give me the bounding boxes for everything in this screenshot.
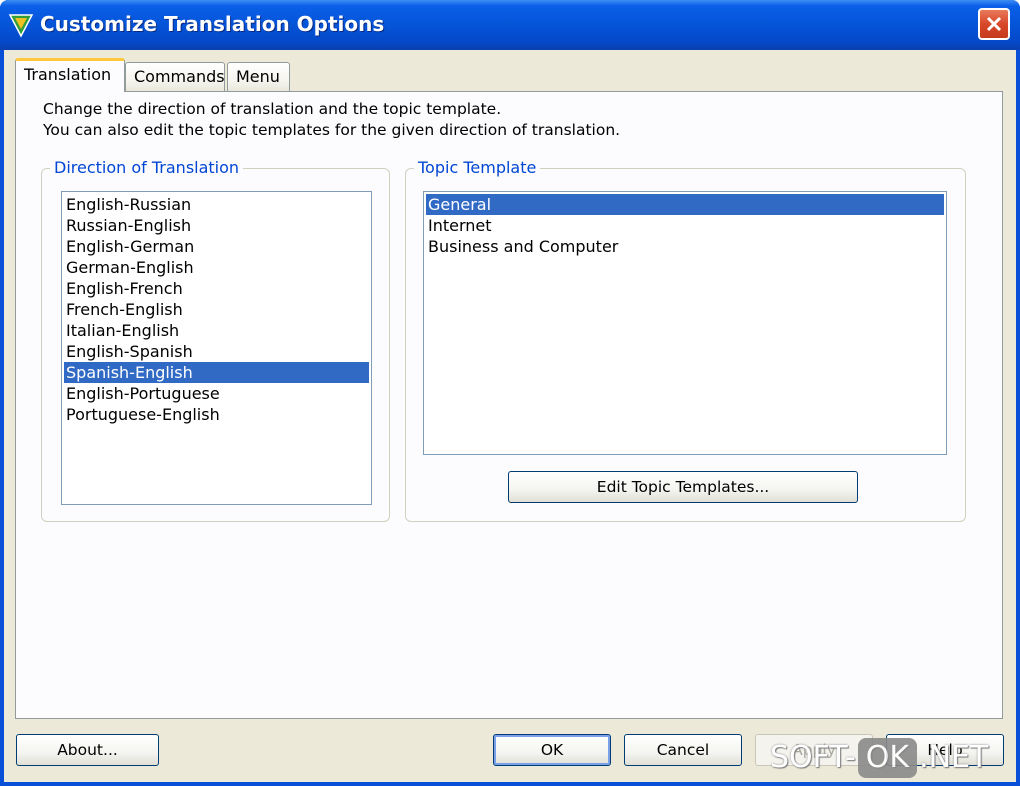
topic-group: Topic Template General Internet Business… bbox=[405, 158, 966, 522]
direction-group: Direction of Translation English-Russian… bbox=[41, 158, 390, 522]
topic-item[interactable]: Business and Computer bbox=[426, 236, 944, 257]
topic-listbox[interactable]: General Internet Business and Computer bbox=[423, 191, 947, 455]
topic-item[interactable]: Internet bbox=[426, 215, 944, 236]
direction-item[interactable]: English-German bbox=[64, 236, 369, 257]
description-line-2: You can also edit the topic templates fo… bbox=[43, 121, 621, 139]
topic-group-label: Topic Template bbox=[414, 158, 541, 177]
tab-translation[interactable]: Translation bbox=[15, 58, 125, 92]
tab-commands[interactable]: Commands bbox=[125, 62, 225, 92]
edit-topic-templates-button[interactable]: Edit Topic Templates... bbox=[508, 471, 858, 503]
direction-item[interactable]: English-Russian bbox=[64, 194, 369, 215]
topic-item-selected[interactable]: General bbox=[426, 194, 944, 215]
direction-item[interactable]: Russian-English bbox=[64, 215, 369, 236]
watermark-left-text: SOFT- bbox=[770, 740, 856, 775]
watermark-ok-badge: OK bbox=[857, 738, 918, 778]
direction-listbox[interactable]: English-Russian Russian-English English-… bbox=[61, 191, 372, 505]
direction-item[interactable]: Italian-English bbox=[64, 320, 369, 341]
cancel-button[interactable]: Cancel bbox=[624, 734, 742, 766]
tab-menu[interactable]: Menu bbox=[227, 62, 290, 92]
ok-button[interactable]: OK bbox=[493, 734, 611, 766]
window-title: Customize Translation Options bbox=[40, 12, 385, 36]
watermark: SOFT- OK .NET bbox=[770, 734, 988, 782]
close-button[interactable] bbox=[978, 8, 1010, 40]
about-button[interactable]: About... bbox=[16, 734, 159, 766]
watermark-right-text: .NET bbox=[919, 740, 989, 775]
translation-tab-panel: Change the direction of translation and … bbox=[15, 91, 1003, 719]
direction-item-selected[interactable]: Spanish-English bbox=[64, 362, 369, 383]
direction-item[interactable]: English-Spanish bbox=[64, 341, 369, 362]
translator-logo-icon bbox=[8, 14, 34, 38]
direction-group-label: Direction of Translation bbox=[50, 158, 244, 177]
description-line-1: Change the direction of translation and … bbox=[43, 100, 502, 118]
dialog-window: Customize Translation Options Translatio… bbox=[0, 0, 1020, 786]
close-x-icon bbox=[986, 16, 1002, 32]
direction-item[interactable]: English-Portuguese bbox=[64, 383, 369, 404]
direction-item[interactable]: English-French bbox=[64, 278, 369, 299]
direction-item[interactable]: German-English bbox=[64, 257, 369, 278]
direction-item[interactable]: French-English bbox=[64, 299, 369, 320]
direction-item[interactable]: Portuguese-English bbox=[64, 404, 369, 425]
dialog-client-area: Translation Commands Menu Change the dir… bbox=[4, 50, 1016, 782]
title-bar[interactable]: Customize Translation Options bbox=[0, 0, 1020, 50]
